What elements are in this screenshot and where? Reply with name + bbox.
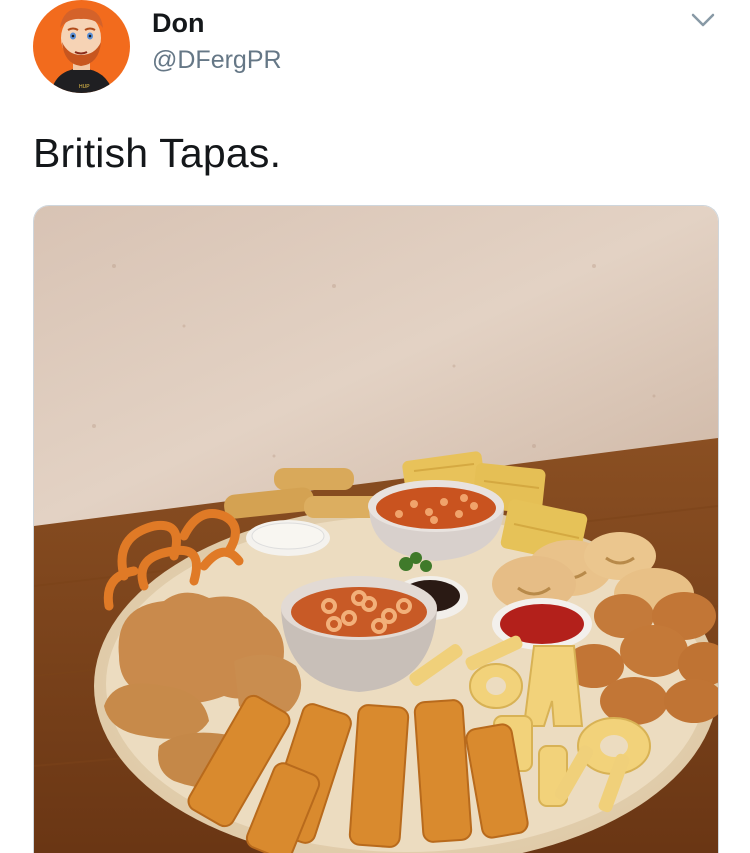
- author-avatar[interactable]: HUP: [33, 0, 130, 93]
- chevron-down-icon: [691, 13, 715, 27]
- food-platter-photo: [34, 206, 718, 853]
- memoji-avatar-icon: HUP: [51, 8, 113, 93]
- author-handle[interactable]: @DFergPR: [152, 46, 282, 75]
- avatar-badge-text: HUP: [79, 84, 90, 90]
- tweet-text: British Tapas.: [33, 130, 282, 176]
- author-name[interactable]: Don: [152, 8, 204, 39]
- tweet-menu-button[interactable]: [688, 8, 718, 32]
- tweet-media-image[interactable]: [33, 205, 719, 853]
